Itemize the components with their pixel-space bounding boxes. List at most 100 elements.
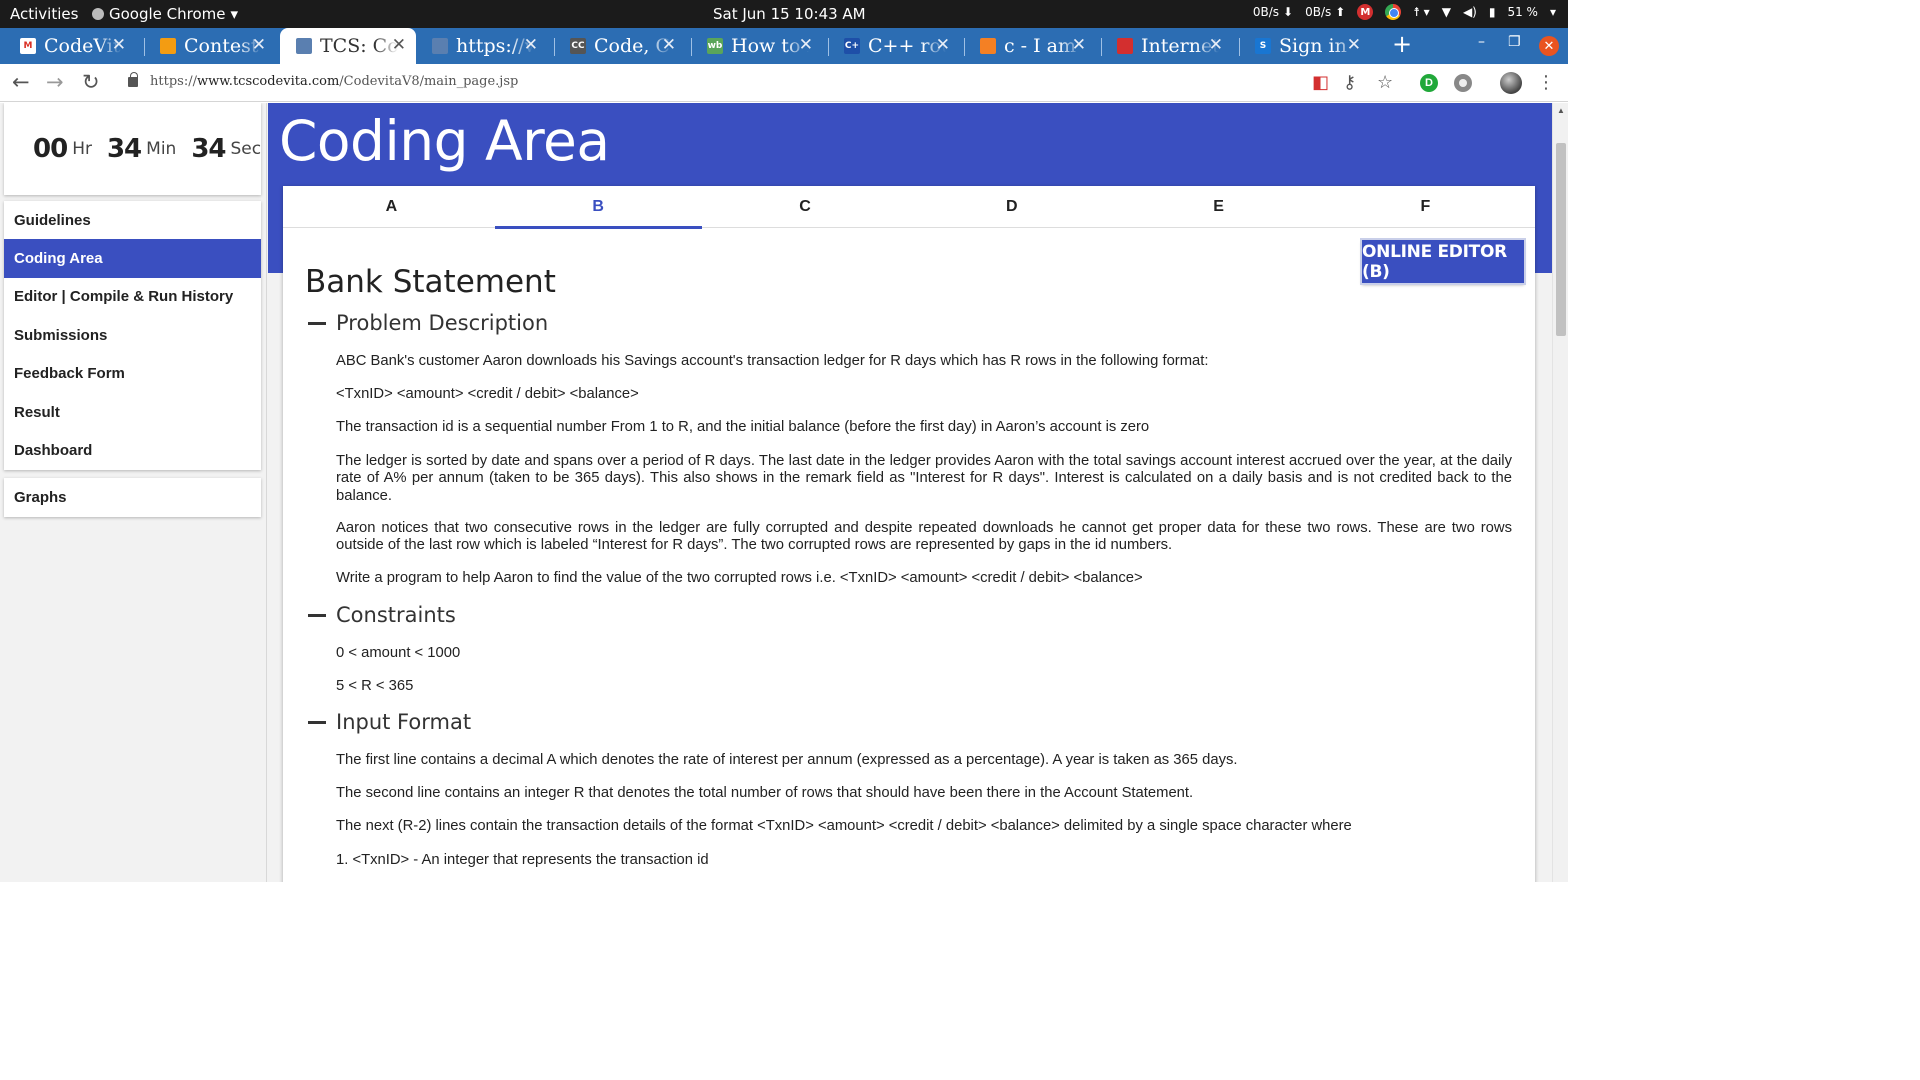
- constraint-item: 0 < amount < 1000: [336, 645, 461, 661]
- net-down-indicator: 0B/s ⬇: [1252, 5, 1294, 19]
- page-scrollbar[interactable]: ▲: [1552, 103, 1568, 882]
- forward-icon[interactable]: →: [46, 70, 64, 94]
- cplusplus-icon: C+: [844, 38, 860, 54]
- extension-green-icon[interactable]: D: [1420, 74, 1438, 92]
- tab-title: Contest: [184, 35, 259, 57]
- collapse-icon[interactable]: [308, 613, 326, 617]
- close-tab-icon[interactable]: ✕: [392, 35, 406, 55]
- tab-problem-e[interactable]: E: [1115, 186, 1322, 228]
- restore-icon[interactable]: ❐: [1508, 34, 1521, 50]
- browser-tab[interactable]: M CodeVita✕: [8, 28, 136, 64]
- system-tray[interactable]: 0B/s ⬇ 0B/s ⬆ M ☨ ▾ ▼ ◀) ▮ 51 % ▾: [1253, 4, 1556, 20]
- browser-tab[interactable]: C+ C++ round✕: [832, 28, 960, 64]
- arrow-down-icon: ⬇: [1283, 5, 1294, 19]
- left-sidebar: 00 Hr 34 Min 34 Sec Guidelines Coding Ar…: [0, 103, 267, 882]
- sidebar-item-feedback-form[interactable]: Feedback Form: [4, 355, 261, 393]
- back-icon[interactable]: ←: [12, 70, 30, 94]
- browser-tab[interactable]: S Sign in ✕: [1243, 28, 1371, 64]
- sidebar-item-guidelines[interactable]: Guidelines: [4, 201, 261, 239]
- tab-problem-c[interactable]: C: [702, 186, 909, 228]
- activities-button[interactable]: Activities: [10, 5, 78, 23]
- timer-hours: 00: [33, 134, 68, 164]
- blocked-content-icon[interactable]: ◧: [1312, 72, 1329, 93]
- description-paragraph: The ledger is sorted by date and spans o…: [336, 453, 1512, 504]
- menu-dots-icon[interactable]: ⋮: [1537, 72, 1555, 93]
- timer-hours-unit: Hr: [72, 139, 92, 159]
- section-constraints[interactable]: Constraints: [308, 603, 456, 627]
- collapse-icon[interactable]: [308, 321, 326, 325]
- accessibility-icon[interactable]: ☨ ▾: [1413, 5, 1429, 19]
- tab-problem-a[interactable]: A: [288, 186, 495, 228]
- close-tab-icon[interactable]: ✕: [1347, 35, 1361, 55]
- browser-tab[interactable]: https://www✕: [420, 28, 548, 64]
- sidebar-item-result[interactable]: Result: [4, 393, 261, 431]
- browser-tab[interactable]: wb How to round✕: [695, 28, 823, 64]
- reload-icon[interactable]: ↻: [82, 70, 100, 94]
- tab-title: CodeVita: [44, 35, 122, 57]
- timer-seconds-unit: Sec: [230, 139, 262, 159]
- star-icon[interactable]: ☆: [1377, 72, 1393, 93]
- toolbar: ← → ↻ https://www.tcscodevita.com/Codevi…: [0, 64, 1568, 102]
- browser-tab[interactable]: c - I am ✕: [968, 28, 1096, 64]
- collapse-icon[interactable]: [308, 720, 326, 724]
- tab-separator: [828, 38, 829, 56]
- close-tab-icon[interactable]: ✕: [936, 35, 950, 55]
- mail-indicator-icon[interactable]: M: [1357, 4, 1374, 20]
- tab-problem-d[interactable]: D: [908, 186, 1115, 228]
- sidebar-item-coding-area[interactable]: Coding Area: [4, 239, 261, 278]
- close-tab-icon[interactable]: ✕: [1072, 35, 1086, 55]
- address-bar[interactable]: https://www.tcscodevita.com/CodevitaV8/m…: [150, 74, 518, 89]
- close-tab-icon[interactable]: ✕: [252, 35, 266, 55]
- tab-separator: [1239, 38, 1240, 56]
- browser-tab[interactable]: Internet ✕: [1105, 28, 1233, 64]
- key-icon[interactable]: ⚷: [1343, 72, 1356, 93]
- tab-problem-b[interactable]: B: [494, 186, 702, 229]
- sidebar-menu: Guidelines Coding Area Editor | Compile …: [4, 201, 261, 470]
- online-editor-button[interactable]: ONLINE EDITOR (B): [1362, 240, 1524, 283]
- arrow-up-icon: ⬆: [1335, 5, 1346, 19]
- sidebar-item-editor-history[interactable]: Editor | Compile & Run History: [4, 278, 261, 316]
- section-problem-description[interactable]: Problem Description: [308, 311, 548, 335]
- new-tab-button[interactable]: +: [1392, 30, 1412, 58]
- minimize-icon[interactable]: –: [1478, 34, 1485, 50]
- close-tab-icon[interactable]: ✕: [112, 35, 126, 55]
- contest-icon: [160, 38, 176, 54]
- close-tab-icon[interactable]: ✕: [1209, 35, 1223, 55]
- problem-card: A B C D E F ONLINE EDITOR (B) Bank State…: [283, 186, 1535, 882]
- sidebar-item-submissions[interactable]: Submissions: [4, 316, 261, 354]
- close-window-icon[interactable]: ✕: [1539, 36, 1559, 56]
- browser-tab[interactable]: Contest ✕: [148, 28, 276, 64]
- tab-separator: [1101, 38, 1102, 56]
- lock-icon[interactable]: [128, 72, 138, 87]
- scrollbar-thumb[interactable]: [1556, 143, 1566, 336]
- chevron-down-icon[interactable]: ▾: [1550, 5, 1556, 19]
- wifi-icon[interactable]: ▼: [1442, 5, 1451, 19]
- tab-title: c - I am: [1004, 35, 1077, 57]
- profile-avatar[interactable]: [1500, 72, 1522, 94]
- tab-separator: [554, 38, 555, 56]
- app-name: Google Chrome: [109, 5, 226, 23]
- browser-tab[interactable]: TCS: CodeVita✕: [280, 28, 416, 64]
- battery-icon[interactable]: ▮: [1489, 5, 1496, 19]
- chrome-tray-icon[interactable]: [1385, 4, 1402, 20]
- scroll-up-icon[interactable]: ▲: [1557, 106, 1565, 115]
- close-tab-icon[interactable]: ✕: [662, 35, 676, 55]
- close-tab-icon[interactable]: ✕: [799, 35, 813, 55]
- s-icon: S: [1255, 38, 1271, 54]
- tab-separator: [144, 38, 145, 56]
- description-paragraph: Aaron notices that two consecutive rows …: [336, 520, 1512, 554]
- volume-icon[interactable]: ◀): [1463, 5, 1477, 19]
- tab-problem-f[interactable]: F: [1322, 186, 1529, 228]
- main-content: Coding Area A B C D E F ONLINE EDITOR (B…: [268, 103, 1552, 882]
- close-tab-icon[interactable]: ✕: [524, 35, 538, 55]
- section-input-format[interactable]: Input Format: [308, 710, 471, 734]
- extension-grey-icon[interactable]: [1454, 74, 1472, 92]
- input-format-paragraph: The second line contains an integer R th…: [336, 785, 1194, 801]
- browser-tab[interactable]: CC Code, Compile✕: [558, 28, 686, 64]
- sidebar-item-graphs[interactable]: Graphs: [4, 478, 261, 517]
- clock[interactable]: Sat Jun 15 10:43 AM: [713, 5, 866, 23]
- tab-title: Code, Compile: [594, 35, 672, 57]
- sidebar-item-dashboard[interactable]: Dashboard: [4, 431, 261, 469]
- app-menu[interactable]: Google Chrome ▾: [92, 5, 238, 23]
- description-paragraph: ABC Bank's customer Aaron downloads his …: [336, 353, 1209, 369]
